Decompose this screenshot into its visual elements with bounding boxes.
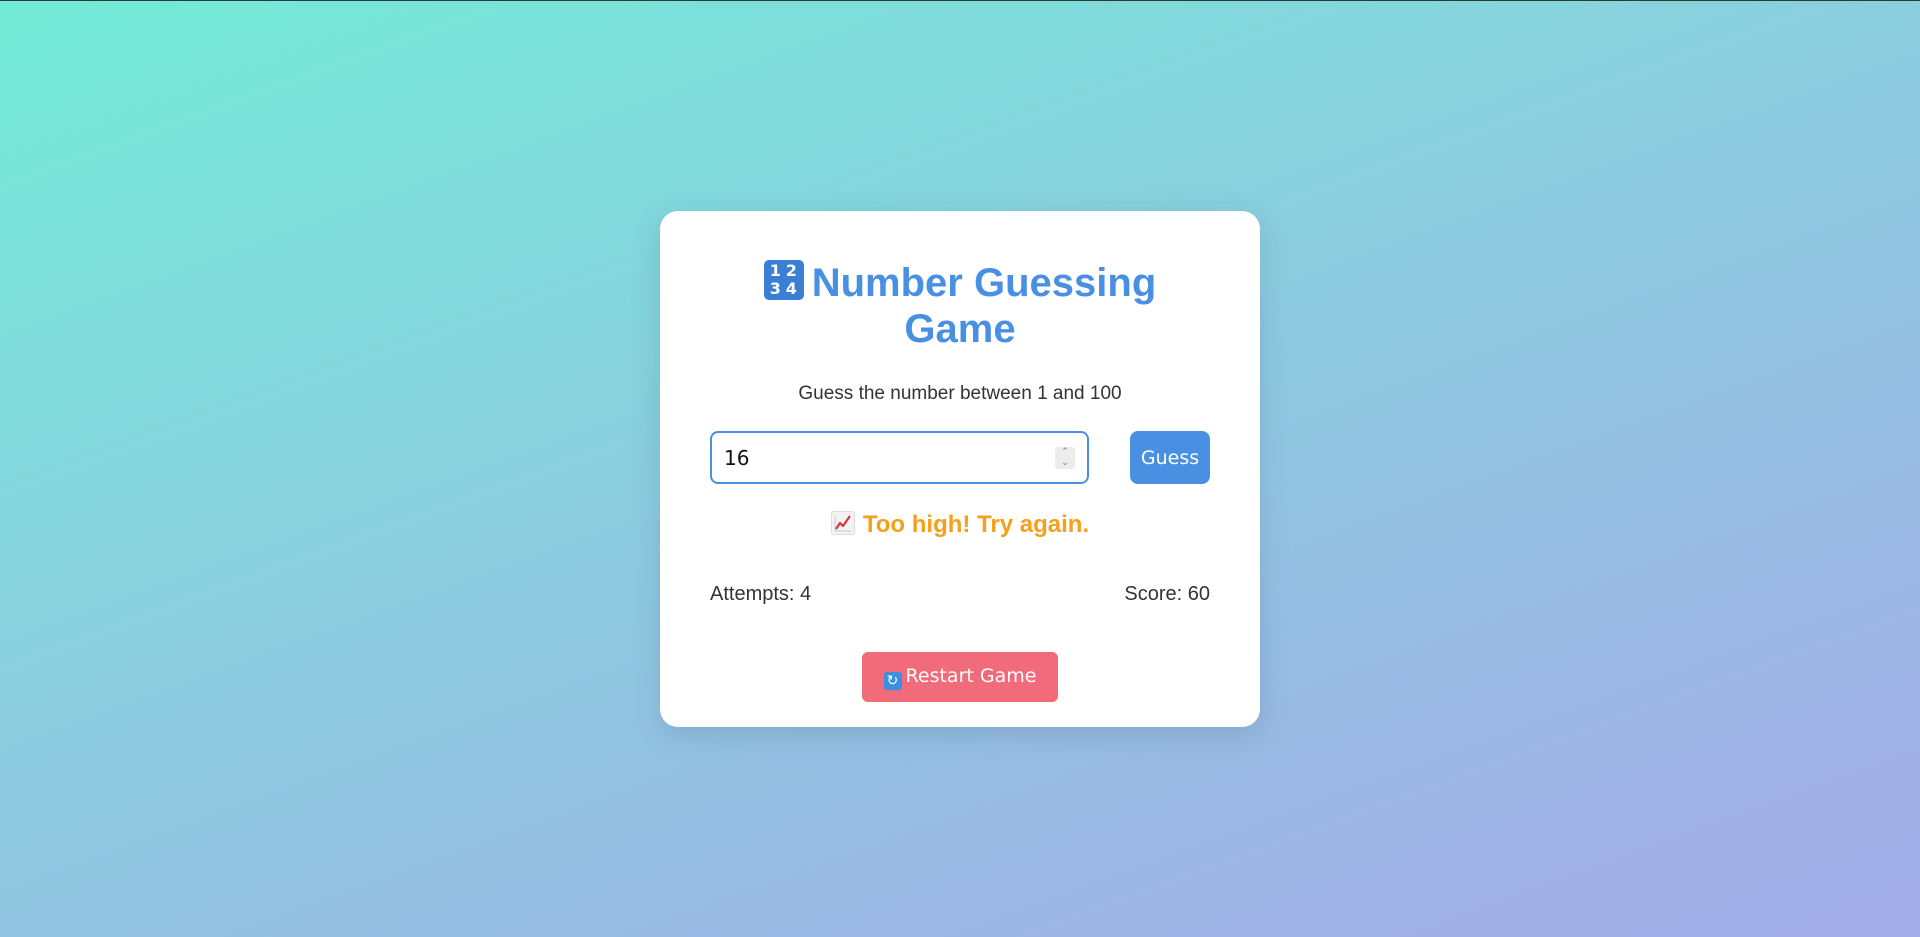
chart-increasing-icon xyxy=(830,511,855,535)
guess-button[interactable]: Guess xyxy=(1130,431,1210,484)
game-card: 1 2 3 4 Number Guessing Game Guess the n… xyxy=(660,211,1260,727)
top-border-line xyxy=(0,0,1920,1)
counterclockwise-arrows-icon: ↻ xyxy=(883,671,902,690)
icon-digit: 2 xyxy=(785,261,797,280)
guess-input[interactable] xyxy=(712,433,1036,482)
restart-game-button[interactable]: ↻ Restart Game xyxy=(862,652,1058,702)
feedback-message: Too high! Try again. xyxy=(660,511,1260,539)
feedback-text: Too high! Try again. xyxy=(862,511,1090,538)
instructions-text: Guess the number between 1 and 100 xyxy=(798,383,1122,404)
page-title: 1 2 3 4 Number Guessing Game xyxy=(660,260,1260,352)
icon-digit: 3 xyxy=(769,279,781,298)
title-text: Number Guessing Game xyxy=(811,261,1157,351)
score-display: Score: 60 xyxy=(1124,583,1210,605)
spinner-down-icon[interactable]: ⌄ xyxy=(1055,458,1075,469)
attempts-counter: Attempts: 4 xyxy=(710,583,812,605)
title-wrapper: 1 2 3 4 Number Guessing Game xyxy=(750,260,1170,352)
icon-digit: 4 xyxy=(785,279,797,298)
icon-digit: 1 xyxy=(769,261,781,280)
spinner-up-icon[interactable]: ⌃ xyxy=(1055,447,1075,458)
number-spinner[interactable]: ⌃ ⌄ xyxy=(1055,447,1075,469)
guess-input-wrapper: ⌃ ⌄ xyxy=(710,431,1089,484)
restart-button-label: Restart Game xyxy=(905,664,1037,687)
input-numbers-icon: 1 2 3 4 xyxy=(763,260,804,300)
